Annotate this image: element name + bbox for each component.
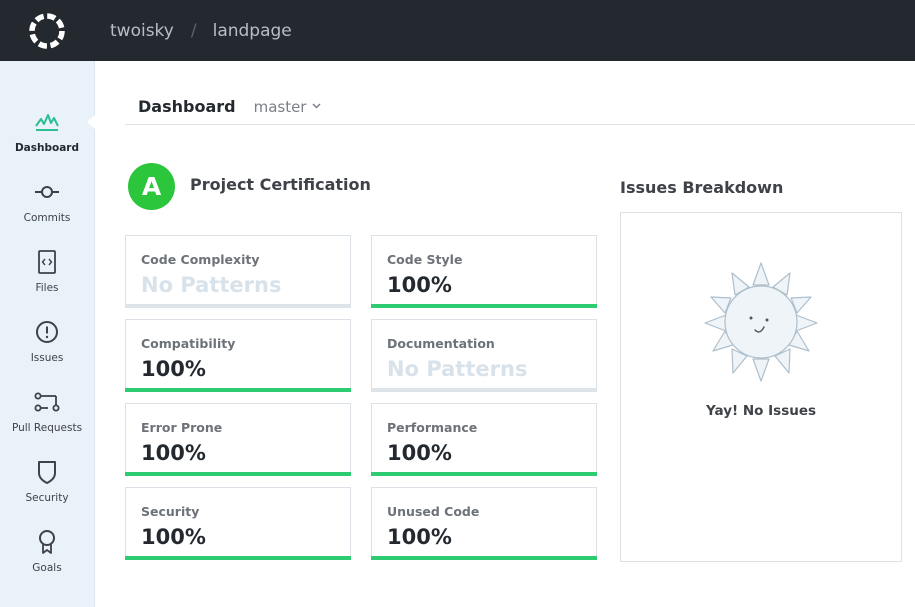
metric-progress-bar xyxy=(125,304,351,308)
metric-progress-bar xyxy=(371,304,597,308)
metric-name: Compatibility xyxy=(141,336,236,351)
sidebar-item-label: Dashboard xyxy=(14,142,80,154)
metric-progress-fill xyxy=(125,388,351,392)
metric-name: Security xyxy=(141,504,200,519)
sidebar: Dashboard Commits Files Issues Pull Requ… xyxy=(0,61,95,607)
issues-breakdown-title: Issues Breakdown xyxy=(620,178,784,197)
metric-card-security[interactable]: Security 100% xyxy=(125,487,351,560)
shield-icon xyxy=(33,458,61,486)
metric-value: 100% xyxy=(141,525,206,549)
metric-value: No Patterns xyxy=(141,273,282,297)
branch-selector[interactable]: master xyxy=(254,88,322,126)
metric-progress-fill xyxy=(371,472,597,476)
metric-progress-bar xyxy=(125,472,351,476)
metric-card-unused-code[interactable]: Unused Code 100% xyxy=(371,487,597,560)
sidebar-item-label: Issues xyxy=(30,352,64,364)
pull-request-icon xyxy=(33,388,61,416)
metric-progress-fill xyxy=(371,556,597,560)
metric-progress-bar xyxy=(371,388,597,392)
sidebar-item-security[interactable]: Security xyxy=(0,458,94,518)
breadcrumb-repo[interactable]: landpage xyxy=(213,21,292,41)
metric-progress-fill xyxy=(371,304,597,308)
branch-name: master xyxy=(253,98,307,116)
sidebar-item-issues[interactable]: Issues xyxy=(0,318,94,378)
metric-value: No Patterns xyxy=(387,357,528,381)
sidebar-item-dashboard[interactable]: Dashboard xyxy=(0,108,94,168)
metric-name: Code Style xyxy=(387,252,463,267)
commit-icon xyxy=(33,178,61,206)
breadcrumb-separator: / xyxy=(190,20,197,41)
metric-value: 100% xyxy=(141,357,206,381)
active-indicator xyxy=(87,115,95,129)
sidebar-item-pull-requests[interactable]: Pull Requests xyxy=(0,388,94,448)
issues-breakdown-panel: Yay! No Issues xyxy=(620,212,902,562)
chart-icon xyxy=(33,108,61,136)
sidebar-item-goals[interactable]: Goals xyxy=(0,528,94,588)
metric-name: Documentation xyxy=(387,336,495,351)
metric-card-code-complexity[interactable]: Code Complexity No Patterns xyxy=(125,235,351,308)
metric-progress-fill xyxy=(125,472,351,476)
metric-card-error-prone[interactable]: Error Prone 100% xyxy=(125,403,351,476)
metric-value: 100% xyxy=(387,525,452,549)
top-bar: twoisky / landpage xyxy=(0,0,915,61)
sidebar-item-label: Goals xyxy=(32,562,62,574)
metric-value: 100% xyxy=(141,441,206,465)
breadcrumb: twoisky / landpage xyxy=(110,0,292,61)
sidebar-item-label: Security xyxy=(25,492,69,504)
alert-circle-icon xyxy=(33,318,61,346)
smiling-sun-icon xyxy=(704,262,818,382)
sidebar-item-commits[interactable]: Commits xyxy=(0,178,94,238)
file-code-icon xyxy=(33,248,61,276)
metric-value: 100% xyxy=(387,441,452,465)
dashboard-header: Dashboard master xyxy=(125,88,915,125)
metric-progress-bar xyxy=(371,472,597,476)
metric-card-code-style[interactable]: Code Style 100% xyxy=(371,235,597,308)
metric-name: Performance xyxy=(387,420,478,435)
chevron-down-icon xyxy=(312,88,322,126)
metric-progress-fill xyxy=(125,556,351,560)
award-icon xyxy=(33,528,61,556)
metric-card-performance[interactable]: Performance 100% xyxy=(371,403,597,476)
metric-value: 100% xyxy=(387,273,452,297)
breadcrumb-org[interactable]: twoisky xyxy=(110,21,174,41)
metric-name: Error Prone xyxy=(141,420,223,435)
page-title: Dashboard xyxy=(138,97,236,116)
certification-title: Project Certification xyxy=(190,175,371,194)
no-issues-message: Yay! No Issues xyxy=(705,403,817,419)
metric-progress-bar xyxy=(125,388,351,392)
metric-name: Code Complexity xyxy=(141,252,260,267)
metric-progress-bar xyxy=(371,556,597,560)
sidebar-item-label: Commits xyxy=(23,212,71,224)
metric-name: Unused Code xyxy=(387,504,480,519)
sidebar-item-files[interactable]: Files xyxy=(0,248,94,308)
codacy-logo-icon[interactable] xyxy=(28,12,66,50)
metric-card-documentation[interactable]: Documentation No Patterns xyxy=(371,319,597,392)
sidebar-item-label: Files xyxy=(35,282,59,294)
metric-progress-bar xyxy=(125,556,351,560)
grade-badge: A xyxy=(128,163,175,210)
sidebar-item-label: Pull Requests xyxy=(11,422,83,434)
metric-card-compatibility[interactable]: Compatibility 100% xyxy=(125,319,351,392)
